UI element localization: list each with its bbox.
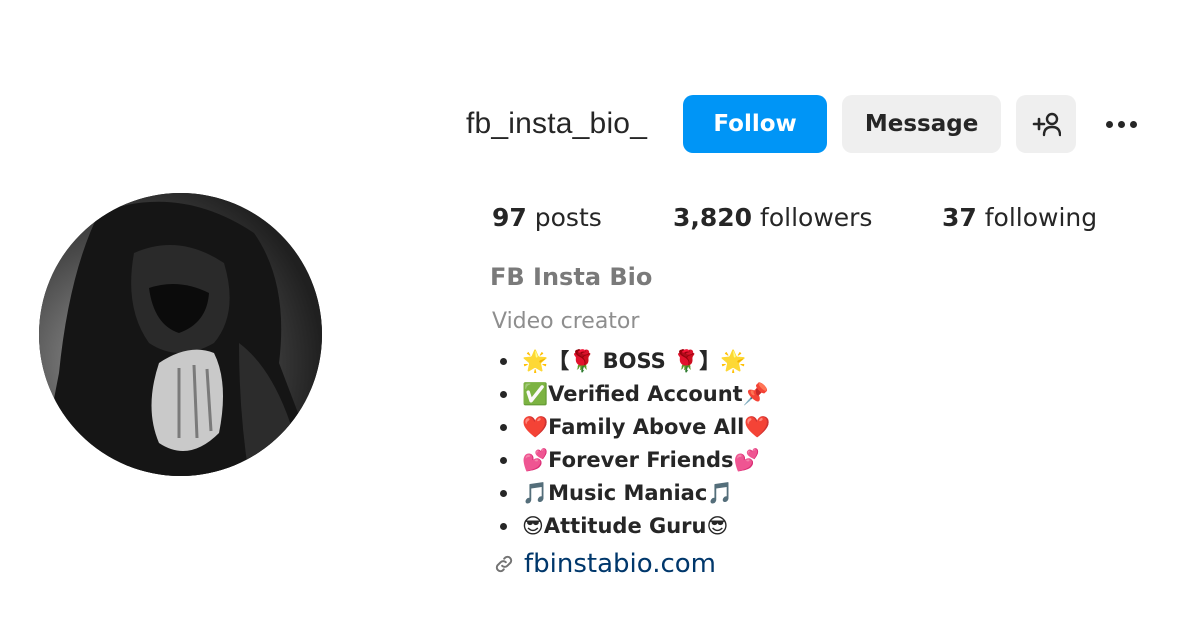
following-label: following (984, 203, 1098, 232)
posts-count[interactable]: 97 posts (492, 203, 602, 232)
posts-value: 97 (492, 203, 527, 232)
bio-line: ✅Verified Account📌 (500, 378, 770, 411)
bio-line: 🌟【🌹 BOSS 🌹】🌟 (500, 345, 770, 378)
bio-line: 🎵Music Maniac🎵 (500, 477, 770, 510)
followers-count[interactable]: 3,820 followers (673, 203, 872, 232)
more-options-icon[interactable] (1102, 95, 1141, 153)
profile-header: fb_insta_bio_ Follow Message (466, 95, 1141, 153)
link-icon (493, 553, 515, 575)
bio-list: 🌟【🌹 BOSS 🌹】🌟 ✅Verified Account📌 ❤️Family… (500, 345, 770, 543)
profile-avatar[interactable] (39, 193, 322, 476)
dot-icon (1130, 120, 1138, 128)
full-name: FB Insta Bio (490, 263, 653, 291)
message-button[interactable]: Message (842, 95, 1002, 153)
category-label: Video creator (492, 309, 640, 334)
bio-line-text: ✅Verified Account📌 (522, 382, 769, 406)
bullet-icon (500, 358, 507, 365)
following-count[interactable]: 37 following (942, 203, 1097, 232)
add-user-icon (1032, 112, 1062, 137)
bio-line: ❤️Family Above All❤️ (500, 411, 770, 444)
bio-line: 💕Forever Friends💕 (500, 444, 770, 477)
bio-line-text: 💕Forever Friends💕 (522, 448, 760, 472)
followers-value: 3,820 (673, 203, 753, 232)
bullet-icon (500, 490, 507, 497)
bio-line-text: 😎Attitude Guru😎 (522, 514, 729, 538)
profile-link-text: fbinstabio.com (524, 549, 717, 579)
posts-label: posts (534, 203, 602, 232)
bullet-icon (500, 391, 507, 398)
profile-link[interactable]: fbinstabio.com (493, 549, 716, 579)
bio-line: 😎Attitude Guru😎 (500, 510, 770, 543)
hooded-figure-photo (39, 193, 322, 476)
bio-line-text: 🎵Music Maniac🎵 (522, 481, 734, 505)
followers-label: followers (760, 203, 873, 232)
dot-icon (1118, 120, 1126, 128)
bullet-icon (500, 424, 507, 431)
bio-line-text: ❤️Family Above All❤️ (522, 415, 771, 439)
bio-line-text: 🌟【🌹 BOSS 🌹】🌟 (522, 349, 747, 373)
dot-icon (1106, 120, 1114, 128)
bullet-icon (500, 523, 507, 530)
username: fb_insta_bio_ (466, 107, 648, 140)
suggest-users-button[interactable] (1016, 95, 1077, 153)
follow-button[interactable]: Follow (683, 95, 828, 153)
following-value: 37 (942, 203, 977, 232)
bullet-icon (500, 457, 507, 464)
